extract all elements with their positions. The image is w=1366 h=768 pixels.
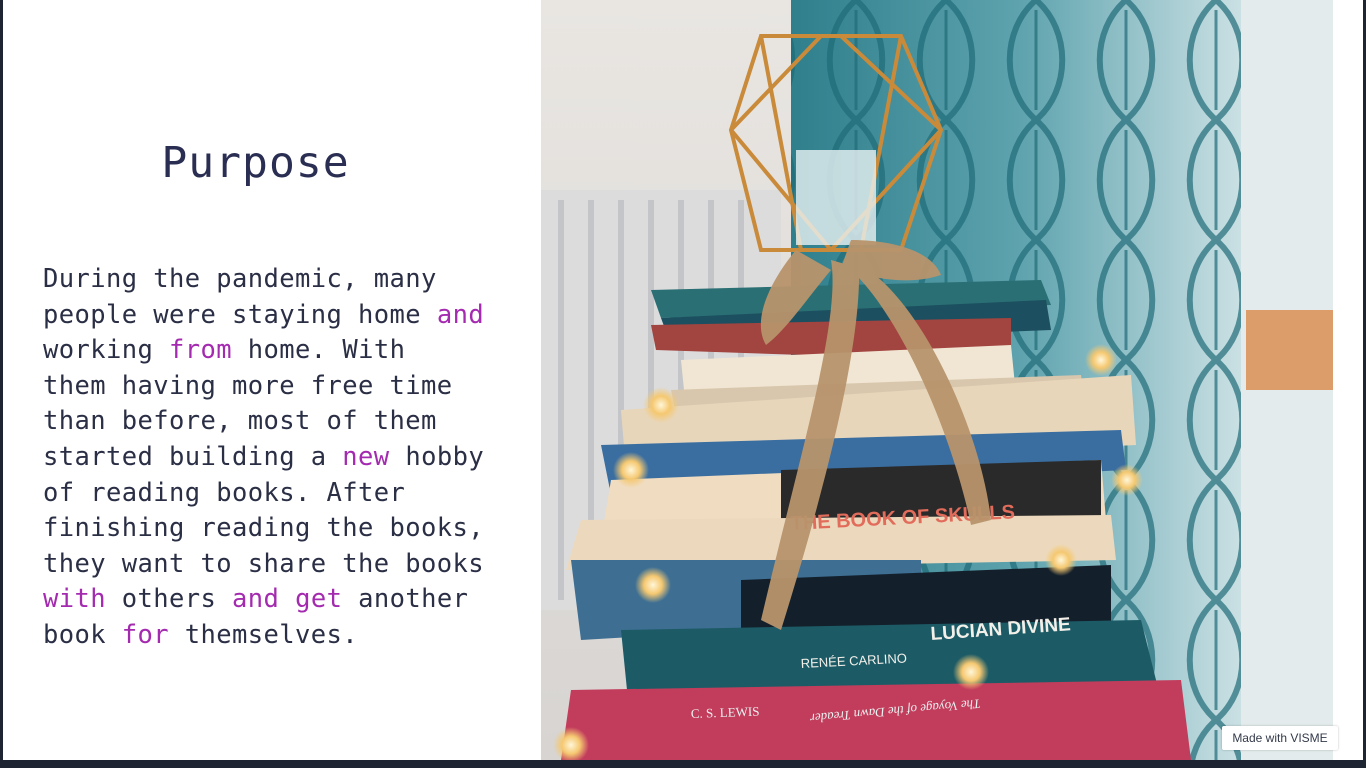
body-line: book for themselves. — [43, 618, 513, 654]
body-text-segment: During the pandemic, many — [43, 264, 437, 294]
body-line: During the pandemic, many — [43, 262, 513, 298]
slide: Purpose During the pandemic, many people … — [3, 0, 1363, 760]
body-text-segment: of reading books. After — [43, 477, 406, 508]
highlighted-keyword: from — [169, 335, 233, 366]
body-line: with others and get another — [43, 582, 513, 618]
body-text-segment: them having more free time — [43, 370, 453, 401]
highlighted-keyword: get — [295, 584, 343, 615]
body-line: them having more free time — [43, 369, 513, 405]
slide-right-margin — [1333, 0, 1363, 760]
body-line: they want to share the books — [43, 547, 513, 583]
body-line: than before, most of them — [43, 404, 513, 440]
highlighted-keyword: for — [121, 619, 170, 650]
body-text-segment: hobby — [389, 441, 485, 472]
book-spine-text-4: C. S. LEWIS — [691, 704, 760, 721]
highlighted-keyword: new — [342, 441, 390, 472]
body-text-segment: started building a — [43, 441, 343, 472]
body-line: finishing reading the books, — [43, 511, 513, 547]
body-text-segment: they want to share the books — [43, 548, 485, 579]
body-line: working from home. With — [43, 333, 513, 369]
body-line: of reading books. After — [43, 476, 513, 512]
body-text-segment: home. With — [232, 335, 406, 366]
body-text-segment — [279, 584, 295, 614]
body-text-segment: than before, most of them — [43, 406, 437, 437]
body-text-segment: book — [43, 619, 122, 650]
stacked-books-photo: THE BOOK OF SKULLS LUCIAN DIVINE RENÉE C… — [541, 0, 1333, 760]
slide-body-text: During the pandemic, many people were sta… — [43, 262, 513, 654]
slide-title: Purpose — [161, 138, 350, 188]
body-line: started building a new hobby — [43, 440, 513, 476]
body-text-segment: working — [43, 335, 170, 366]
body-text-segment: themselves. — [169, 619, 359, 650]
body-text-segment: another — [342, 584, 469, 615]
highlighted-keyword: and — [436, 299, 485, 330]
body-text-segment: others — [106, 584, 233, 615]
body-line: people were staying home and — [43, 298, 513, 334]
body-text-segment: people were staying home — [43, 299, 437, 330]
highlighted-keyword: and — [232, 584, 280, 615]
body-text-segment: finishing reading the books, — [43, 513, 485, 544]
made-with-visme-badge[interactable]: Made with VISME — [1222, 726, 1338, 750]
highlighted-keyword: with — [43, 584, 107, 615]
